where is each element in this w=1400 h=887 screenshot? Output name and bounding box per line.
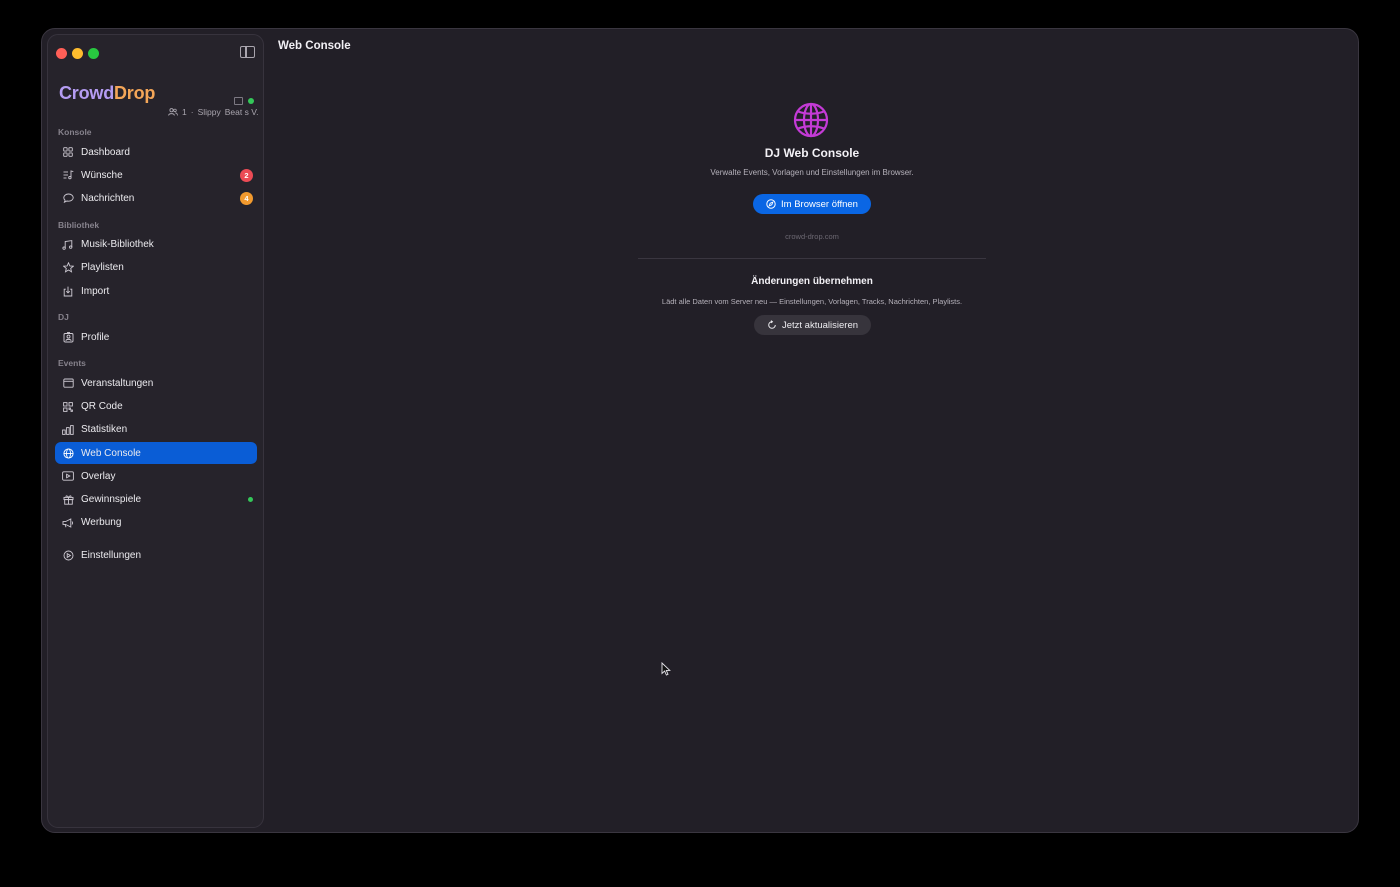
count-badge: 2 bbox=[240, 168, 253, 182]
apply-changes-heading: Änderungen übernehmen bbox=[751, 276, 873, 287]
sidebar-item-label: QR Code bbox=[81, 401, 123, 413]
sidebar-item-label: Profile bbox=[81, 331, 110, 343]
import-icon bbox=[55, 286, 81, 297]
count-badge: 4 bbox=[240, 191, 253, 205]
open-in-browser-label: Im Browser öffnen bbox=[781, 198, 858, 210]
sidebar-item-label: Web Console bbox=[81, 447, 141, 459]
gear-icon bbox=[55, 550, 81, 561]
close-window-button[interactable] bbox=[56, 48, 67, 59]
sidebar-item-label: Statistiken bbox=[81, 424, 128, 436]
sidebar-toggle-icon[interactable] bbox=[240, 46, 255, 58]
overlay-icon bbox=[55, 471, 81, 481]
section-label-events: Events bbox=[58, 358, 86, 369]
people-icon bbox=[168, 108, 178, 116]
globe-icon bbox=[55, 447, 81, 459]
app-window: CrowdDrop 1 · Slippy Beat s V... Konsole… bbox=[41, 28, 1359, 833]
sidebar-item-statistiken[interactable]: Statistiken bbox=[55, 419, 257, 441]
gift-icon bbox=[55, 494, 81, 505]
sidebar-item-overlay[interactable]: Overlay bbox=[55, 465, 257, 487]
sidebar-item-profile[interactable]: Profile bbox=[55, 326, 257, 348]
sidebar-item-nachrichten[interactable]: Nachrichten 4 bbox=[55, 187, 257, 209]
refresh-now-button[interactable]: Jetzt aktualisieren bbox=[754, 315, 871, 335]
sidebar-item-qr-code[interactable]: QR Code bbox=[55, 396, 257, 418]
qr-code-icon bbox=[55, 401, 81, 412]
sidebar-item-label: Overlay bbox=[81, 470, 116, 482]
sidebar-item-label: Werbung bbox=[81, 517, 122, 529]
page-title: Web Console bbox=[278, 40, 351, 52]
status-dot bbox=[248, 496, 253, 502]
divider bbox=[638, 258, 986, 259]
sidebar-item-wünsche[interactable]: Wünsche 2 bbox=[55, 164, 257, 186]
dj-name: Slippy bbox=[197, 107, 221, 117]
sidebar-item-label: Nachrichten bbox=[81, 192, 135, 204]
open-in-browser-button[interactable]: Im Browser öffnen bbox=[753, 194, 871, 214]
sidebar-item-gewinnspiele[interactable]: Gewinnspiele bbox=[55, 488, 257, 510]
music-list-icon bbox=[55, 170, 81, 180]
listener-count: 1 bbox=[182, 107, 187, 117]
sidebar-item-label: Playlisten bbox=[81, 262, 124, 274]
sidebar-item-label: Veranstaltungen bbox=[81, 377, 154, 389]
brand-logo: CrowdDrop bbox=[59, 83, 156, 103]
megaphone-icon bbox=[55, 517, 81, 528]
section-label-bibliothek: Bibliothek bbox=[58, 219, 100, 230]
sidebar-item-label: Wünsche bbox=[81, 169, 123, 181]
mouse-cursor-icon bbox=[661, 662, 671, 676]
domain-text: crowd-drop.com bbox=[785, 232, 839, 241]
sidebar-item-playlisten[interactable]: Playlisten bbox=[55, 257, 257, 279]
sidebar: CrowdDrop 1 · Slippy Beat s V... Konsole… bbox=[47, 34, 264, 828]
refresh-now-label: Jetzt aktualisieren bbox=[781, 319, 859, 331]
web-console-heading: DJ Web Console bbox=[764, 146, 860, 160]
globe-icon bbox=[793, 102, 829, 138]
event-name: Beat s V... bbox=[224, 107, 258, 117]
connection-status-dot bbox=[248, 98, 254, 104]
sidebar-item-werbung[interactable]: Werbung bbox=[55, 512, 257, 534]
section-label-konsole: Konsole bbox=[58, 127, 92, 137]
sidebar-item-label: Einstellungen bbox=[81, 550, 142, 562]
sidebar-item-veranstaltungen[interactable]: Veranstaltungen bbox=[55, 372, 257, 394]
refresh-icon bbox=[768, 320, 776, 329]
sidebar-item-web-console[interactable]: Web Console bbox=[55, 442, 257, 464]
grid-icon bbox=[55, 147, 81, 157]
section-label-dj: DJ bbox=[58, 312, 69, 323]
sidebar-item-label: Dashboard bbox=[81, 146, 130, 158]
zoom-window-button[interactable] bbox=[88, 48, 99, 59]
session-info: 1 · Slippy Beat s V... bbox=[168, 107, 258, 117]
minimize-window-button[interactable] bbox=[72, 48, 83, 59]
sidebar-item-einstellungen[interactable]: Einstellungen bbox=[55, 545, 257, 567]
sidebar-item-import[interactable]: Import bbox=[55, 280, 257, 302]
sidebar-item-musik-bibliothek[interactable]: Musik-Bibliothek bbox=[55, 234, 257, 256]
star-icon bbox=[55, 262, 81, 274]
music-notes-icon bbox=[55, 239, 81, 250]
sidebar-item-label: Import bbox=[81, 285, 110, 297]
person-card-icon bbox=[55, 331, 81, 343]
calendar-icon bbox=[55, 378, 81, 389]
bar-chart-icon bbox=[55, 424, 81, 435]
apply-changes-subtitle: Lädt alle Daten vom Server neu — Einstel… bbox=[661, 297, 963, 306]
web-console-subtitle: Verwalte Events, Vorlagen und Einstellun… bbox=[710, 168, 914, 177]
sidebar-item-dashboard[interactable]: Dashboard bbox=[55, 141, 257, 163]
compass-icon bbox=[766, 199, 776, 209]
speech-bubble-icon bbox=[55, 193, 81, 204]
sidebar-item-label: Musik-Bibliothek bbox=[81, 239, 154, 251]
copy-icon[interactable] bbox=[234, 97, 243, 105]
sidebar-item-label: Gewinnspiele bbox=[81, 493, 142, 505]
